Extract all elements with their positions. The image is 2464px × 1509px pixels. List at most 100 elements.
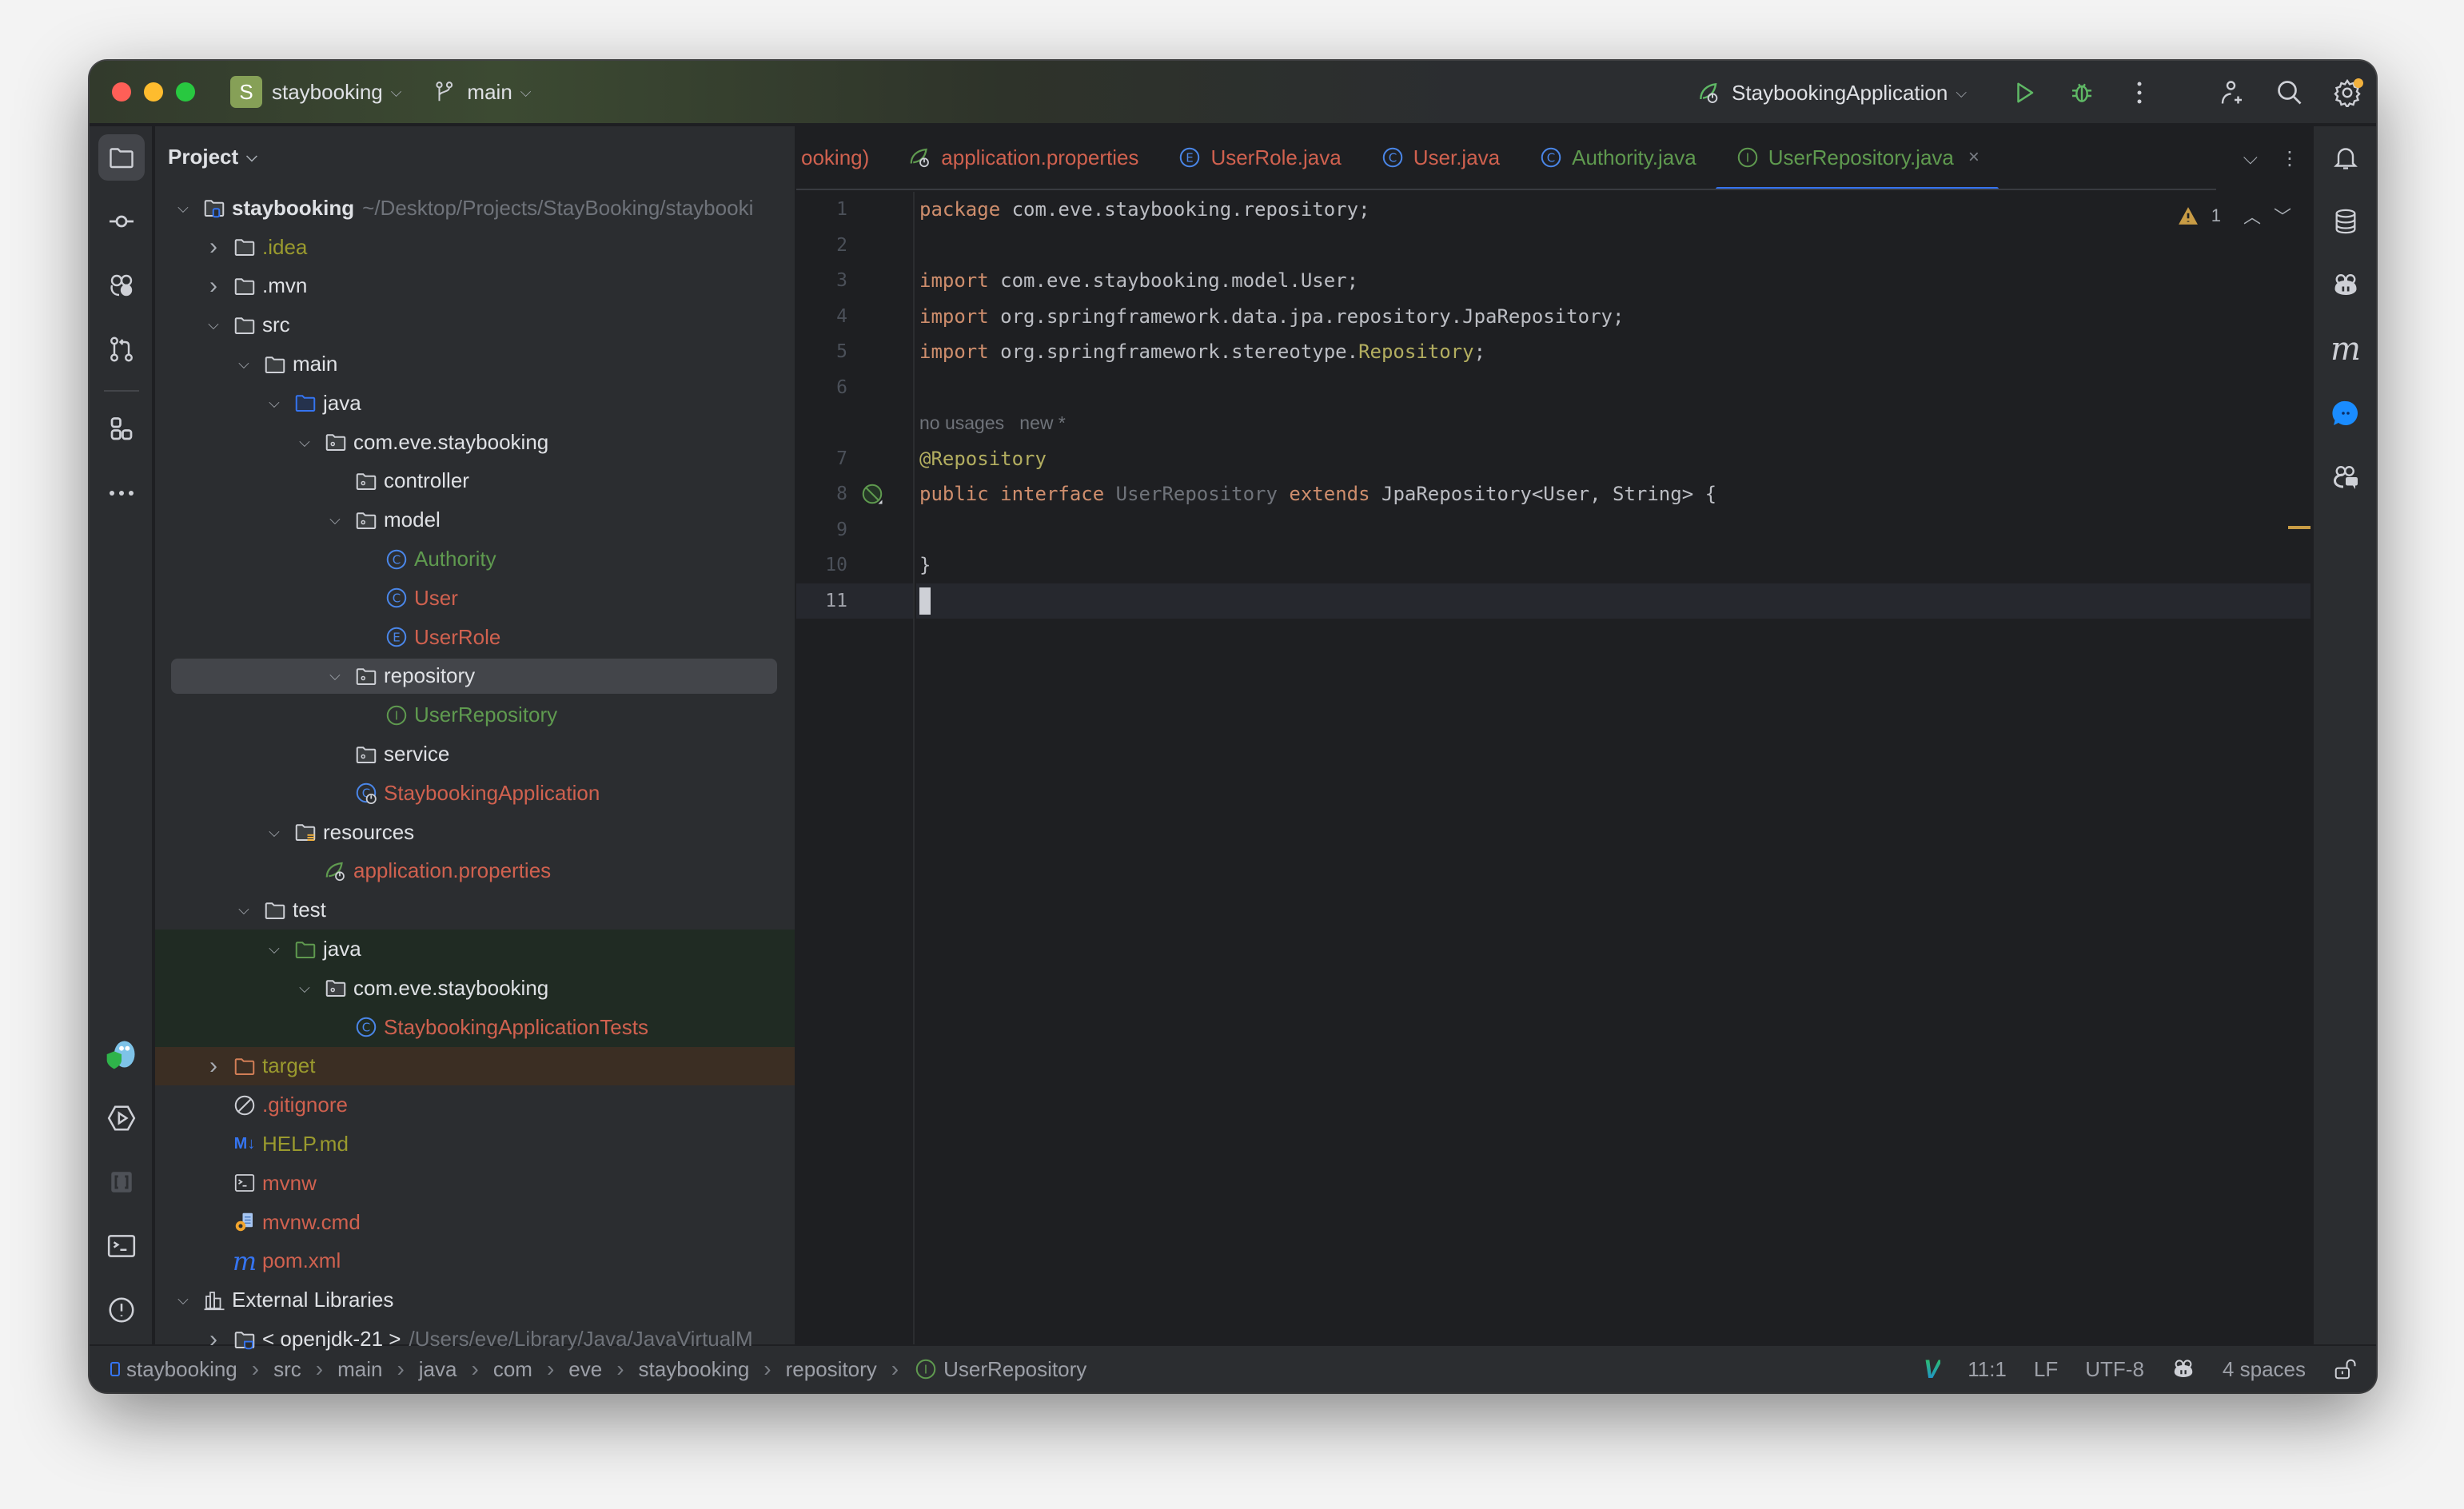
breadcrumb-item[interactable]: staybooking xyxy=(126,1357,237,1382)
breadcrumb-item[interactable]: staybooking xyxy=(639,1357,750,1382)
warning-stripe-marker[interactable] xyxy=(2288,526,2310,529)
editor-tab[interactable]: I UserRepository.java × xyxy=(1715,126,2000,189)
maximize-window-button[interactable] xyxy=(176,82,195,102)
file-encoding[interactable]: UTF-8 xyxy=(2085,1357,2144,1382)
branch-selector[interactable]: main xyxy=(467,80,512,105)
minimize-window-button[interactable] xyxy=(144,82,163,102)
run-configuration-selector[interactable]: StaybookingApplication ⌵ xyxy=(1696,80,1967,106)
copilot-tool-button[interactable] xyxy=(2322,262,2369,309)
chevron-down-icon[interactable]: ⌵ xyxy=(233,902,254,918)
tree-item[interactable]: › .idea xyxy=(155,228,795,267)
bracket-tool-button[interactable] xyxy=(98,1159,145,1205)
breadcrumb-item[interactable]: repository xyxy=(786,1357,877,1382)
pull-requests-tool-button[interactable] xyxy=(98,326,145,372)
settings-button[interactable] xyxy=(2331,77,2363,109)
spring-bean-icon[interactable] xyxy=(860,482,884,506)
structure-tool-button[interactable] xyxy=(98,406,145,452)
chevron-down-icon[interactable]: ⌵ xyxy=(173,200,193,217)
project-badge[interactable]: S xyxy=(230,76,262,108)
breadcrumb-item[interactable]: java xyxy=(419,1357,457,1382)
gopher-plugin-button[interactable] xyxy=(98,1031,145,1077)
chevron-right-icon[interactable]: › xyxy=(203,1326,224,1353)
chevron-down-icon[interactable]: ⌵ xyxy=(203,317,224,333)
chevron-down-icon[interactable]: ⌵ xyxy=(233,356,254,372)
close-window-button[interactable] xyxy=(112,82,131,102)
tree-item[interactable]: application.properties xyxy=(155,852,795,891)
maven-tool-button[interactable]: m xyxy=(2322,326,2369,372)
tree-item[interactable]: ⌵ model xyxy=(155,500,795,539)
breadcrumb-item[interactable]: src xyxy=(273,1357,301,1382)
chevron-right-icon[interactable]: › xyxy=(203,1053,224,1080)
tree-item[interactable]: ⌵ com.eve.staybooking xyxy=(155,968,795,1008)
tree-item[interactable]: M↓ HELP.md xyxy=(155,1125,795,1164)
chevron-down-icon[interactable]: ⌵ xyxy=(264,395,285,412)
tree-item[interactable]: C StaybookingApplicationTests xyxy=(155,1007,795,1047)
tree-item[interactable]: service xyxy=(155,735,795,774)
chevron-down-icon[interactable]: ⌵ xyxy=(325,667,345,684)
usage-inlay-hint[interactable]: no usages new * xyxy=(919,412,1066,434)
code-with-me-button[interactable] xyxy=(2216,77,2248,109)
editor-tab[interactable]: application.properties xyxy=(888,126,1158,189)
database-tool-button[interactable] xyxy=(2322,198,2369,245)
project-tool-button[interactable] xyxy=(98,134,145,181)
inspection-widget[interactable]: 1 ︿ ﹀ xyxy=(2178,203,2291,229)
tree-item[interactable]: ⌵ repository xyxy=(155,657,795,696)
tree-item[interactable]: › target xyxy=(155,1046,795,1086)
tree-item[interactable]: ⌵ java xyxy=(155,930,795,969)
tree-item[interactable]: ⌵ com.eve.staybooking xyxy=(155,423,795,462)
debug-button[interactable] xyxy=(2066,77,2098,109)
tree-item[interactable]: E UserRole xyxy=(155,618,795,657)
chat-tool-button[interactable] xyxy=(2322,390,2369,436)
problems-tool-button[interactable] xyxy=(98,1287,145,1333)
tree-item[interactable]: mvnw.cmd xyxy=(155,1203,795,1242)
copilot-status-icon[interactable] xyxy=(2171,1357,2195,1381)
next-highlight-icon[interactable]: ﹀ xyxy=(2274,203,2291,229)
chevron-right-icon[interactable]: › xyxy=(203,273,224,300)
tree-item[interactable]: ⌵ External Libraries xyxy=(155,1280,795,1320)
chevron-right-icon[interactable]: › xyxy=(203,233,224,261)
breadcrumb-item[interactable]: com xyxy=(493,1357,532,1382)
tree-item[interactable]: ⌵ src xyxy=(155,305,795,344)
tree-item[interactable]: .gitignore xyxy=(155,1085,795,1125)
chevron-down-icon[interactable]: ⌵ xyxy=(264,941,285,958)
cursor-position[interactable]: 11:1 xyxy=(1968,1357,2007,1382)
vim-plugin-icon[interactable]: V xyxy=(1924,1355,1940,1384)
editor-tab[interactable]: C User.java xyxy=(1361,126,1519,189)
editor-tab[interactable]: ooking) xyxy=(796,126,888,189)
breadcrumb-item[interactable]: eve xyxy=(568,1357,602,1382)
search-everywhere-button[interactable] xyxy=(2274,77,2306,109)
tree-item[interactable]: C Authority xyxy=(155,539,795,579)
line-ending[interactable]: LF xyxy=(2034,1357,2058,1382)
tree-item[interactable]: ⌵ staybooking ~/Desktop/Projects/StayBooki… xyxy=(155,189,795,228)
editor-tab[interactable]: C Authority.java xyxy=(1519,126,1716,189)
more-actions-button[interactable] xyxy=(2123,77,2155,109)
chevron-down-icon[interactable]: ⌵ xyxy=(325,512,345,528)
breadcrumb-item[interactable]: UserRepository xyxy=(943,1357,1086,1382)
tree-item[interactable]: ⌵ main xyxy=(155,344,795,384)
editor-tab[interactable]: E UserRole.java xyxy=(1158,126,1360,189)
services-tool-button[interactable] xyxy=(98,1095,145,1141)
chevron-down-icon[interactable]: ⌵ xyxy=(294,434,315,451)
breadcrumb-item[interactable]: main xyxy=(337,1357,382,1382)
more-tools-button[interactable] xyxy=(98,470,145,516)
tree-item[interactable]: C StaybookingApplication xyxy=(155,774,795,813)
notifications-tool-button[interactable] xyxy=(2322,134,2369,181)
chevron-down-icon[interactable]: ⌵ xyxy=(173,1292,193,1308)
tree-item[interactable]: › .mvn xyxy=(155,267,795,306)
terminal-tool-button[interactable] xyxy=(98,1223,145,1269)
previous-highlight-icon[interactable]: ︿ xyxy=(2243,203,2261,229)
tree-item[interactable]: ⌵ java xyxy=(155,384,795,423)
indentation[interactable]: 4 spaces xyxy=(2223,1357,2306,1382)
tree-item[interactable]: ⌵ resources xyxy=(155,813,795,852)
code-editor[interactable]: package com.eve.staybooking.repository; i… xyxy=(916,192,2310,1344)
copilot-chat-tool-button[interactable] xyxy=(2322,454,2369,500)
tree-item[interactable]: C User xyxy=(155,579,795,618)
tree-item[interactable]: I UserRepository xyxy=(155,695,795,735)
tree-item[interactable]: ⌵ test xyxy=(155,890,795,930)
project-panel-header[interactable]: Project ⌵ xyxy=(155,126,795,187)
commit-tool-button[interactable] xyxy=(98,198,145,245)
project-selector[interactable]: staybooking xyxy=(272,80,383,105)
unlock-icon[interactable] xyxy=(2333,1357,2357,1381)
show-hidden-tabs-chevron-icon[interactable]: ⌵ xyxy=(2243,147,2258,169)
tree-item[interactable]: m pom.xml xyxy=(155,1242,795,1281)
